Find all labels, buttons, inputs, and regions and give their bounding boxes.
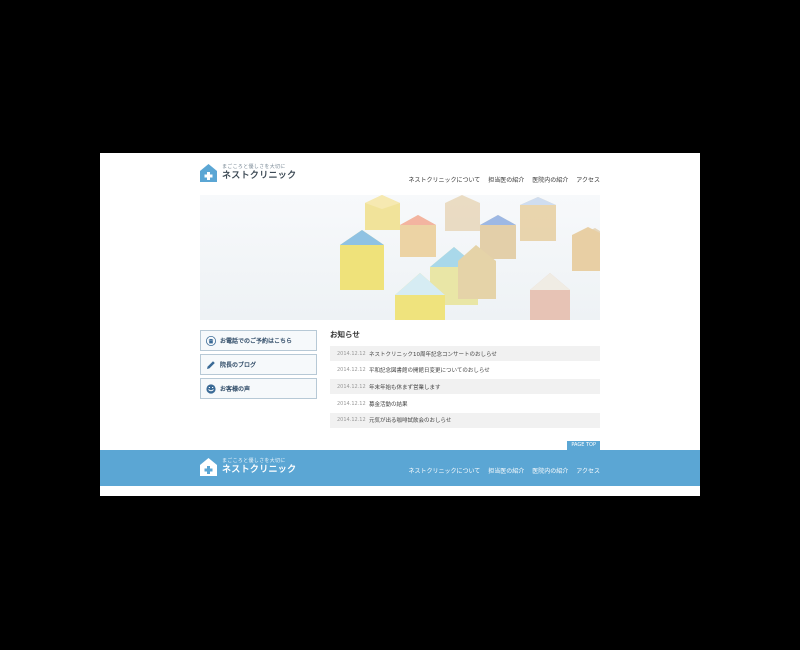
- smile-icon: [206, 383, 216, 394]
- news-title: 募金活動の結果: [369, 401, 408, 408]
- phone-reservation-button[interactable]: お電話でのご予約はこちら: [200, 330, 317, 351]
- phone-icon: [206, 335, 216, 346]
- news-item[interactable]: 2014.12.12 元気が出る咖啡試飲会のおしらせ: [330, 412, 600, 428]
- footer-nav-link-doctors[interactable]: 担当医の紹介: [488, 466, 524, 475]
- clinic-house-logo-icon: [200, 458, 217, 476]
- footer-nav-link-facility[interactable]: 医院内の紹介: [532, 466, 568, 475]
- news-date: 2014.12.12: [337, 350, 366, 357]
- page-top-button[interactable]: PAGE TOP: [567, 441, 600, 450]
- news-item[interactable]: 2014.12.12 年末年始も休まず営業します: [330, 379, 600, 395]
- news-date: 2014.12.12: [337, 367, 366, 374]
- main-content: お電話でのご予約はこちら 院長のブログ お客様の声 お知らせ 2014.12.1…: [200, 153, 600, 496]
- page-container: まごころと優しさを大切に ネストクリニック ネストクリニックについて 担当医の紹…: [100, 153, 700, 496]
- footer-nav-link-access[interactable]: アクセス: [576, 466, 600, 475]
- footer-nav: ネストクリニックについて 担当医の紹介 医院内の紹介 アクセス: [408, 466, 600, 475]
- footer-logo-tagline: まごころと優しさを大切に: [222, 458, 286, 464]
- customer-voice-label: お客様の声: [220, 386, 251, 393]
- director-blog-label: 院長のブログ: [220, 362, 257, 369]
- footer-nav-link-about[interactable]: ネストクリニックについて: [408, 466, 480, 475]
- pencil-icon: [207, 360, 215, 369]
- customer-voice-button[interactable]: お客様の声: [200, 378, 317, 399]
- footer-logo-brand-name: ネストクリニック: [222, 465, 297, 475]
- news-title: 年末年始も休まず営業します: [369, 384, 441, 391]
- news-date: 2014.12.12: [337, 417, 366, 424]
- footer-logo[interactable]: まごころと優しさを大切に ネストクリニック: [200, 458, 296, 476]
- site-footer: まごころと優しさを大切に ネストクリニック ネストクリニックについて 担当医の紹…: [100, 450, 700, 486]
- sidebar: お電話でのご予約はこちら 院長のブログ お客様の声: [200, 330, 317, 402]
- news-title: 元気が出る咖啡試飲会のおしらせ: [369, 418, 452, 425]
- director-blog-button[interactable]: 院長のブログ: [200, 354, 317, 375]
- news-title: 平和記念図書館の開館日変更についてのおしらせ: [369, 368, 490, 375]
- news-section: お知らせ 2014.12.12 ネストクリニック10周年記念コンサートのおしらせ…: [330, 330, 600, 429]
- news-date: 2014.12.12: [337, 400, 366, 407]
- news-title: ネストクリニック10周年記念コンサートのおしらせ: [369, 351, 497, 358]
- news-item[interactable]: 2014.12.12 募金活動の結果: [330, 396, 600, 411]
- phone-reservation-label: お電話でのご予約はこちら: [220, 338, 293, 345]
- news-date: 2014.12.12: [337, 383, 366, 390]
- news-item[interactable]: 2014.12.12 ネストクリニック10周年記念コンサートのおしらせ: [330, 346, 600, 361]
- news-heading: お知らせ: [330, 330, 360, 339]
- news-item[interactable]: 2014.12.12 平和記念図書館の開館日変更についてのおしらせ: [330, 363, 600, 378]
